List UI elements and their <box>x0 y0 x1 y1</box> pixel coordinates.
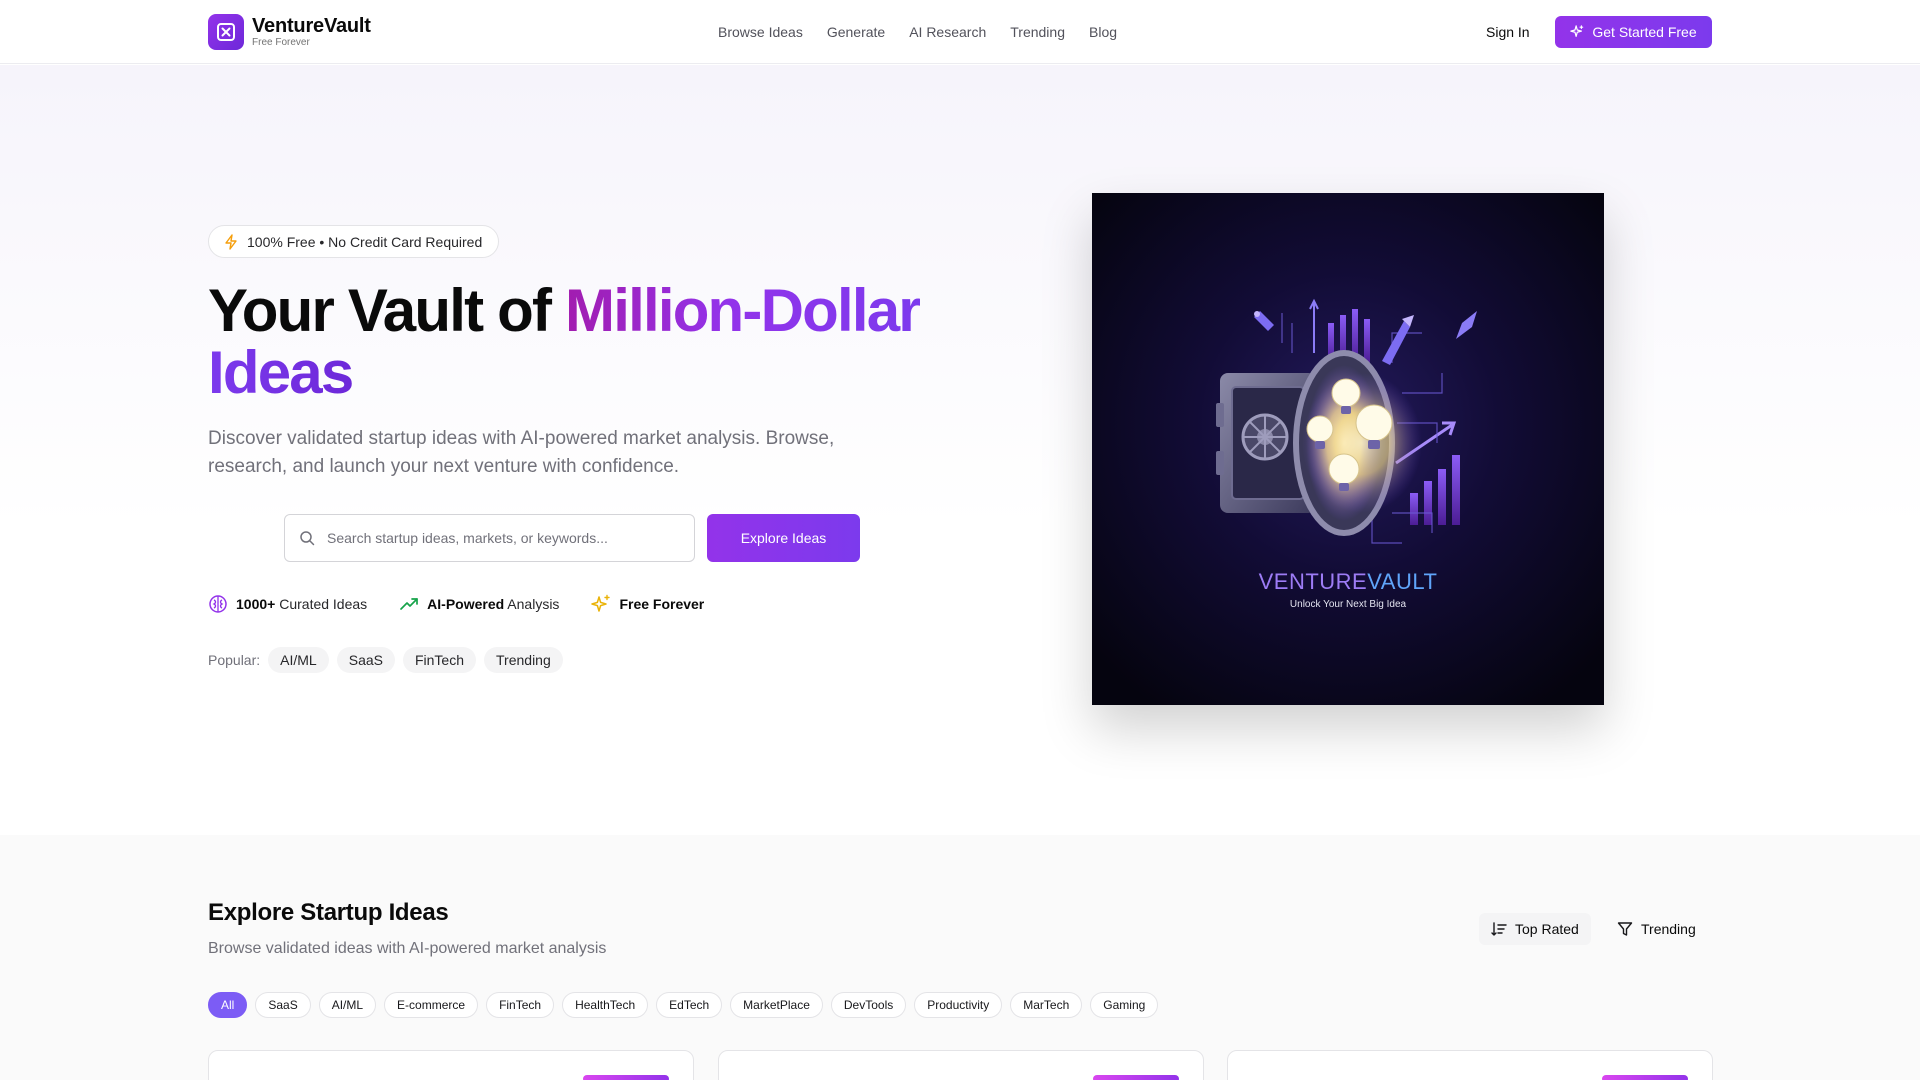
card-badge <box>583 1075 669 1080</box>
get-started-button[interactable]: Get Started Free <box>1555 16 1712 48</box>
category-saas[interactable]: SaaS <box>255 992 311 1018</box>
card-badge <box>1602 1075 1688 1080</box>
category-ecommerce[interactable]: E-commerce <box>384 992 479 1018</box>
nav-browse-ideas[interactable]: Browse Ideas <box>718 22 803 42</box>
idea-card[interactable] <box>1227 1050 1713 1080</box>
popular-tag-saas[interactable]: SaaS <box>336 647 395 673</box>
category-filters: All SaaS AI/ML E-commerce FinTech Health… <box>208 992 1159 1018</box>
sort-top-rated-label: Top Rated <box>1515 921 1579 937</box>
search-input[interactable] <box>327 530 667 546</box>
category-healthtech[interactable]: HealthTech <box>562 992 649 1018</box>
sparkles-icon <box>1570 25 1584 37</box>
feature-curated: 1000+ Curated Ideas <box>208 594 367 614</box>
category-productivity[interactable]: Productivity <box>914 992 1003 1018</box>
brain-icon <box>209 595 227 613</box>
logo-link[interactable]: VentureVault Free Forever <box>208 14 371 50</box>
category-devtools[interactable]: DevTools <box>830 992 907 1018</box>
search-box <box>284 514 695 562</box>
feature-ai-text: Analysis <box>504 596 560 612</box>
image-tagline: Unlock Your Next Big Idea <box>1290 599 1407 610</box>
vault-logo-icon <box>208 14 244 50</box>
headline-highlight: Million-Dollar <box>565 277 922 344</box>
popular-label: Popular: <box>208 652 261 668</box>
nav-generate[interactable]: Generate <box>827 22 885 42</box>
feature-ai: AI-Powered Analysis <box>399 594 559 614</box>
nav-trending[interactable]: Trending <box>1010 22 1065 42</box>
feature-curated-bold: 1000+ <box>236 596 276 612</box>
category-ai-ml[interactable]: AI/ML <box>318 992 377 1018</box>
lightning-icon <box>225 233 237 250</box>
category-gaming[interactable]: Gaming <box>1090 992 1159 1018</box>
free-badge-text: 100% Free • No Credit Card Required <box>247 233 483 250</box>
filter-icon <box>1617 922 1633 936</box>
category-fintech[interactable]: FinTech <box>486 992 555 1018</box>
sort-top-rated-button[interactable]: Top Rated <box>1479 913 1591 945</box>
popular-tag-fintech[interactable]: FinTech <box>402 647 477 673</box>
category-all[interactable]: All <box>208 992 248 1018</box>
feature-free-bold: Free Forever <box>619 596 705 612</box>
top-header: VentureVault Free Forever Browse Ideas G… <box>0 0 1920 64</box>
category-marketplace[interactable]: MarketPlace <box>730 992 823 1018</box>
popular-tag-trending[interactable]: Trending <box>484 647 563 673</box>
filter-trending-label: Trending <box>1641 921 1696 937</box>
trending-up-icon <box>400 598 419 610</box>
feature-list: 1000+ Curated Ideas AI-Powered Analysis … <box>208 594 736 614</box>
explore-subtitle: Browse validated ideas with AI-powered m… <box>208 940 607 957</box>
feature-free: Free Forever <box>591 594 704 614</box>
headline-part-1: Your Vault of <box>208 277 566 344</box>
popular-tag-ai-ml[interactable]: AI/ML <box>268 647 329 673</box>
hero-illustration: VENTUREVAULT Unlock Your Next Big Idea <box>1092 193 1604 705</box>
logo-tagline: Free Forever <box>252 37 310 48</box>
vault-illustration: VENTUREVAULT Unlock Your Next Big Idea <box>1216 298 1477 610</box>
svg-text:VENTUREVAULT: VENTUREVAULT <box>1259 569 1438 594</box>
idea-card[interactable] <box>208 1050 694 1080</box>
popular-tags: Popular: AI/ML SaaS FinTech Trending <box>208 647 563 673</box>
nav-ai-research[interactable]: AI Research <box>909 22 986 42</box>
sparkles-icon <box>591 594 611 612</box>
card-badge <box>1093 1075 1179 1080</box>
get-started-label: Get Started Free <box>1592 24 1697 40</box>
image-title-b: VAULT <box>1367 569 1437 594</box>
search-icon <box>300 531 315 546</box>
main-nav: Browse Ideas Generate AI Research Trendi… <box>718 22 1117 42</box>
explore-title: Explore Startup Ideas <box>208 899 449 926</box>
category-martech[interactable]: MarTech <box>1010 992 1083 1018</box>
sort-icon <box>1491 922 1507 936</box>
feature-curated-text: Curated Ideas <box>275 596 368 612</box>
free-badge: 100% Free • No Credit Card Required <box>208 225 500 258</box>
explore-ideas-button[interactable]: Explore Ideas <box>707 514 860 562</box>
filter-trending-button[interactable]: Trending <box>1605 913 1708 945</box>
hero-subtext: Discover validated startup ideas with AI… <box>208 428 835 477</box>
category-edtech[interactable]: EdTech <box>656 992 723 1018</box>
sign-in-link[interactable]: Sign In <box>1486 22 1530 42</box>
idea-card[interactable] <box>718 1050 1204 1080</box>
hero-headline: Your Vault of Million-Dollar Ideas <box>208 280 928 404</box>
headline-part-3: Ideas <box>208 339 354 406</box>
image-title-a: VENTURE <box>1259 569 1368 594</box>
feature-ai-bold: AI-Powered <box>427 596 505 612</box>
logo-name: VentureVault <box>252 15 371 37</box>
nav-blog[interactable]: Blog <box>1089 22 1117 42</box>
